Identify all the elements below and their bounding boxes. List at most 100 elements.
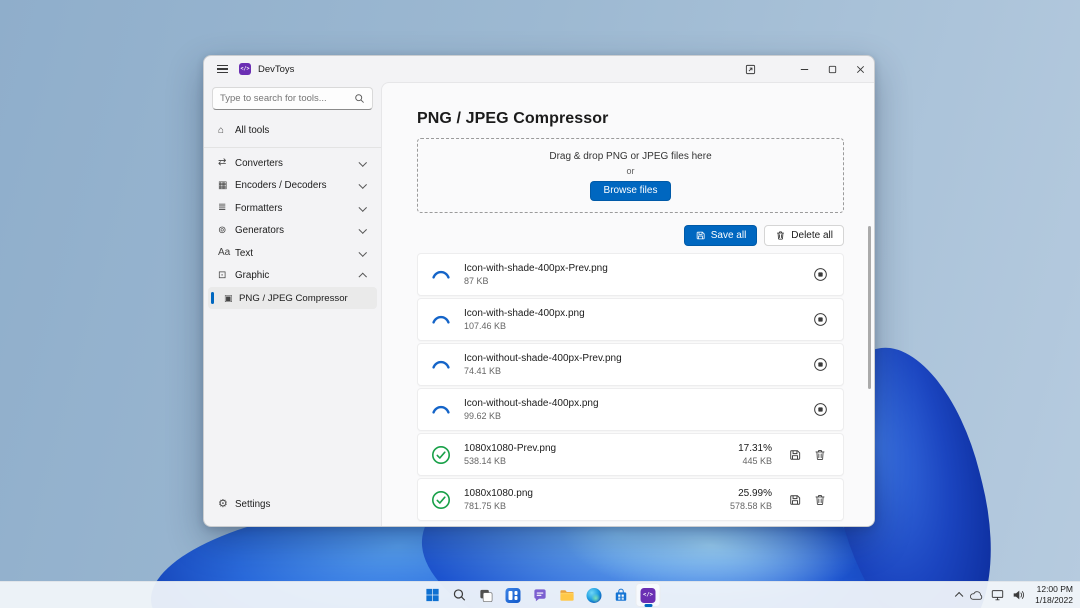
selected-tool-label: PNG / JPEG Compressor [239,293,367,304]
file-name: Icon-without-shade-400px-Prev.png [464,353,810,364]
task-view-icon [479,588,494,603]
edge-browser-button[interactable] [582,583,607,607]
save-icon [788,448,802,462]
category-label: Graphic [235,270,360,281]
widgets-button[interactable] [501,583,526,607]
delete-file-button[interactable] [810,490,830,510]
stop-icon [813,267,828,282]
selection-indicator [211,292,214,304]
category-icon: ≣ [218,203,235,213]
close-button[interactable] [846,56,874,82]
category-label: Text [235,248,360,259]
category-icon: ▦ [218,181,235,191]
minimize-button[interactable] [790,56,818,82]
sidebar-item-settings[interactable]: ⚙ Settings [208,492,377,517]
delete-all-button[interactable]: Delete all [764,225,844,246]
network-icon [991,589,1004,601]
compact-overlay-button[interactable] [736,56,764,82]
home-icon: ⌂ [218,126,235,136]
taskbar: </> 12:00 PM [0,581,1080,608]
file-row: 1080x1080.png 781.75 KB 25.99% 578.58 KB [417,478,844,521]
save-all-button[interactable]: Save all [684,225,758,246]
stop-icon [813,357,828,372]
stop-icon [813,312,828,327]
save-file-button[interactable] [785,490,805,510]
task-view-button[interactable] [474,583,499,607]
category-icon: Aa [218,248,235,258]
hidden-icons-chevron-icon[interactable] [955,593,963,601]
browse-files-button[interactable]: Browse files [590,181,672,201]
search-taskbar-button[interactable] [447,583,472,607]
start-button[interactable] [420,583,445,607]
scrollbar-thumb[interactable] [868,226,871,389]
search-icon [452,588,466,602]
devtoys-taskbar-button[interactable]: </> [636,583,661,607]
file-list: Icon-with-shade-400px-Prev.png 87 KB [417,253,844,521]
file-row: Icon-with-shade-400px-Prev.png 87 KB [417,253,844,296]
file-size: 87 KB [464,276,810,286]
sidebar-category-item[interactable]: Aa Text [208,242,377,265]
file-name: Icon-with-shade-400px.png [464,308,810,319]
sidebar-divider [204,147,381,148]
onedrive-tray-button[interactable] [969,590,983,601]
category-icon: ⊡ [218,271,235,281]
file-size: 781.75 KB [464,501,730,511]
sidebar: ⌂ All tools ⇄ Converters ▦ Encoders / De… [204,82,381,526]
file-name: Icon-without-shade-400px.png [464,398,810,409]
stop-icon [813,402,828,417]
dropzone-or-label: or [626,166,634,176]
sidebar-item-all-tools[interactable]: ⌂ All tools [208,118,377,143]
progress-spinner-icon [431,310,451,330]
page-title: PNG / JPEG Compressor [417,110,844,128]
devtoys-logo-icon: </> [239,63,251,75]
sidebar-category-item[interactable]: ⇄ Converters [208,152,377,175]
settings-label: Settings [235,499,367,510]
compression-percent: 17.31% [738,443,772,454]
status-icon [431,310,451,330]
progress-spinner-icon [431,400,451,420]
system-tray: 12:00 PM 1/18/2022 [956,582,1073,608]
save-icon [788,493,802,507]
sidebar-category-item[interactable]: ⊚ Generators [208,220,377,243]
file-row: Icon-without-shade-400px-Prev.png 74.41 … [417,343,844,386]
sidebar-category-item[interactable]: ⊡ Graphic [208,265,377,288]
file-name: 1080x1080.png [464,488,730,499]
image-tool-icon: ▣ [224,294,239,303]
file-name: Icon-with-shade-400px-Prev.png [464,263,810,274]
compressed-size: 578.58 KB [730,501,772,511]
category-label: Encoders / Decoders [235,180,360,191]
sidebar-category-item[interactable]: ▦ Encoders / Decoders [208,175,377,198]
sidebar-category-item[interactable]: ≣ Formatters [208,197,377,220]
tool-search-box[interactable] [212,87,373,110]
save-file-button[interactable] [785,445,805,465]
chevron-icon [358,203,366,211]
file-dropzone[interactable]: Drag & drop PNG or JPEG files here or Br… [417,138,844,213]
cancel-compression-button[interactable] [810,400,830,420]
gear-icon: ⚙ [218,499,235,510]
status-icon [431,265,451,285]
save-icon [695,230,706,241]
network-tray-button[interactable] [991,589,1004,601]
search-input[interactable] [220,93,354,104]
compressed-size: 445 KB [738,456,772,466]
cancel-compression-button[interactable] [810,310,830,330]
widgets-icon [506,588,521,603]
hamburger-menu-button[interactable] [211,59,233,79]
microsoft-store-button[interactable] [609,583,634,607]
search-icon [354,93,365,104]
devtoys-icon: </> [641,588,656,603]
maximize-button[interactable] [818,56,846,82]
edge-icon [587,588,602,603]
cancel-compression-button[interactable] [810,355,830,375]
taskbar-clock[interactable]: 12:00 PM 1/18/2022 [1035,584,1073,606]
chat-button[interactable] [528,583,553,607]
sidebar-item-png-jpeg-compressor[interactable]: ▣ PNG / JPEG Compressor [208,287,377,309]
delete-file-button[interactable] [810,445,830,465]
chevron-icon [358,225,366,233]
cancel-compression-button[interactable] [810,265,830,285]
volume-tray-button[interactable] [1012,589,1025,601]
folder-icon [560,588,575,603]
file-explorer-button[interactable] [555,583,580,607]
status-icon [431,490,451,510]
file-size: 538.14 KB [464,456,738,466]
